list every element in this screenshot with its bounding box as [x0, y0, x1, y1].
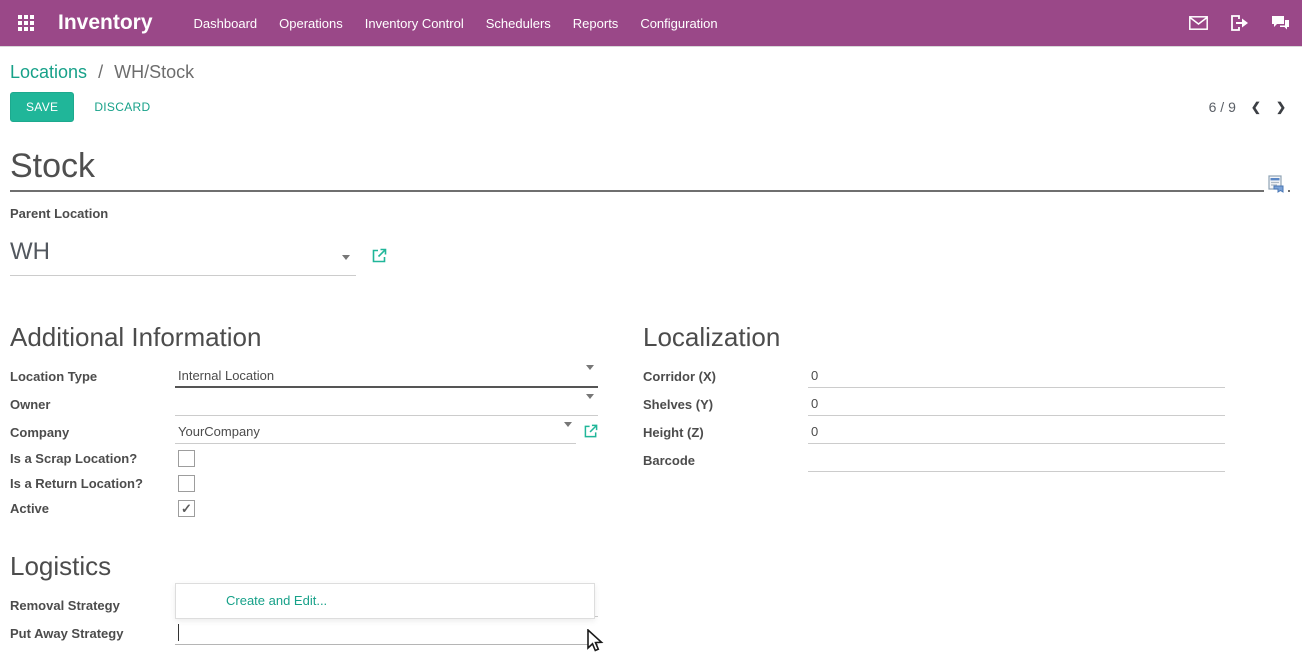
company-label: Company [10, 425, 175, 440]
nav-item-dashboard[interactable]: Dashboard [183, 0, 269, 47]
top-navbar: Inventory Dashboard Operations Inventory… [0, 0, 1302, 47]
section-additional-information: Additional Information Location Type Int… [10, 322, 598, 521]
chevron-down-icon [586, 365, 594, 374]
breadcrumb-current: WH/Stock [114, 62, 194, 82]
breadcrumb: Locations / WH/Stock [10, 62, 1302, 83]
parent-location-field[interactable]: WH [10, 237, 356, 276]
put-away-strategy-label: Put Away Strategy [10, 626, 175, 641]
nav-menu: Dashboard Operations Inventory Control S… [183, 0, 729, 46]
location-type-value: Internal Location [178, 368, 274, 383]
parent-location-row: WH [10, 237, 1302, 276]
pager-counter: 6 / 9 [1209, 99, 1236, 115]
height-z-label: Height (Z) [643, 425, 808, 440]
autocomplete-dropdown: Create and Edit... [175, 583, 595, 619]
nav-right-icons [1189, 15, 1292, 32]
height-z-value: 0 [811, 424, 818, 439]
shelves-y-value: 0 [811, 396, 818, 411]
create-and-edit-option[interactable]: Create and Edit... [176, 584, 594, 618]
removal-strategy-label: Removal Strategy [10, 598, 175, 613]
put-away-strategy-input[interactable] [175, 621, 598, 645]
breadcrumb-separator: / [98, 62, 103, 82]
is-return-checkbox[interactable]: ✓ [178, 475, 195, 492]
put-away-strategy-row: Put Away Strategy [10, 619, 598, 647]
pager-next-icon[interactable]: ❯ [1276, 100, 1286, 114]
is-scrap-row: Is a Scrap Location? ✓ [10, 446, 598, 471]
barcode-input[interactable] [808, 448, 1225, 472]
external-link-icon[interactable] [372, 248, 387, 263]
shelves-y-row: Shelves (Y) 0 [643, 390, 1225, 418]
localization-heading: Localization [643, 322, 1225, 352]
company-field[interactable]: YourCompany [175, 420, 576, 444]
nav-item-schedulers[interactable]: Schedulers [475, 0, 562, 47]
shelves-y-label: Shelves (Y) [643, 397, 808, 412]
location-type-row: Location Type Internal Location [10, 362, 598, 390]
logout-icon[interactable] [1230, 15, 1249, 32]
app-brand[interactable]: Inventory [58, 11, 153, 35]
shelves-y-input[interactable]: 0 [808, 392, 1225, 416]
parent-location-label: Parent Location [10, 206, 1302, 221]
form-columns: Additional Information Location Type Int… [10, 322, 1290, 521]
actions-row: SAVE DISCARD 6 / 9 ❮ ❯ [10, 92, 1286, 122]
is-return-label: Is a Return Location? [10, 476, 175, 491]
discard-button[interactable]: DISCARD [94, 100, 150, 114]
active-row: Active ✓ [10, 496, 598, 521]
nav-item-configuration[interactable]: Configuration [629, 0, 728, 47]
messages-envelope-icon[interactable] [1189, 15, 1208, 32]
active-checkbox[interactable]: ✓ [178, 500, 195, 517]
nav-item-operations[interactable]: Operations [268, 0, 354, 47]
owner-row: Owner [10, 390, 598, 418]
is-scrap-checkbox[interactable]: ✓ [178, 450, 195, 467]
company-value: YourCompany [178, 424, 260, 439]
active-label: Active [10, 501, 175, 516]
text-cursor [178, 624, 179, 641]
height-z-input[interactable]: 0 [808, 420, 1225, 444]
chevron-down-icon[interactable] [342, 255, 350, 264]
additional-information-heading: Additional Information [10, 322, 598, 352]
external-link-icon[interactable] [584, 424, 598, 438]
barcode-row: Barcode [643, 446, 1225, 474]
pager: 6 / 9 ❮ ❯ [1209, 99, 1286, 115]
owner-label: Owner [10, 397, 175, 412]
corridor-x-row: Corridor (X) 0 [643, 362, 1225, 390]
pager-prev-icon[interactable]: ❮ [1251, 100, 1261, 114]
logistics-heading: Logistics [10, 551, 598, 581]
corridor-x-input[interactable]: 0 [808, 364, 1225, 388]
save-button[interactable]: SAVE [10, 92, 74, 122]
owner-field[interactable] [175, 392, 598, 416]
corridor-x-label: Corridor (X) [643, 369, 808, 384]
section-logistics: Logistics Removal Strategy Put Away Stra… [10, 551, 598, 647]
nav-item-reports[interactable]: Reports [562, 0, 630, 47]
apps-menu-icon[interactable] [18, 15, 34, 31]
chevron-down-icon [586, 394, 594, 403]
nav-item-inventory-control[interactable]: Inventory Control [354, 0, 475, 47]
location-type-select[interactable]: Internal Location [175, 364, 598, 388]
parent-location-value: WH [10, 237, 50, 267]
record-title-field[interactable]: Stock [10, 146, 1290, 192]
chevron-down-icon [564, 422, 572, 431]
location-type-label: Location Type [10, 369, 175, 384]
section-localization: Localization Corridor (X) 0 Shelves (Y) … [643, 322, 1225, 521]
breadcrumb-parent-link[interactable]: Locations [10, 62, 87, 82]
corridor-x-value: 0 [811, 368, 818, 383]
is-scrap-label: Is a Scrap Location? [10, 451, 175, 466]
chat-icon[interactable] [1271, 15, 1290, 32]
height-z-row: Height (Z) 0 [643, 418, 1225, 446]
barcode-label: Barcode [643, 453, 808, 468]
is-return-row: Is a Return Location? ✓ [10, 471, 598, 496]
translate-icon[interactable] [1264, 175, 1288, 200]
record-title[interactable]: Stock [10, 146, 1290, 186]
company-row: Company YourCompany [10, 418, 598, 446]
